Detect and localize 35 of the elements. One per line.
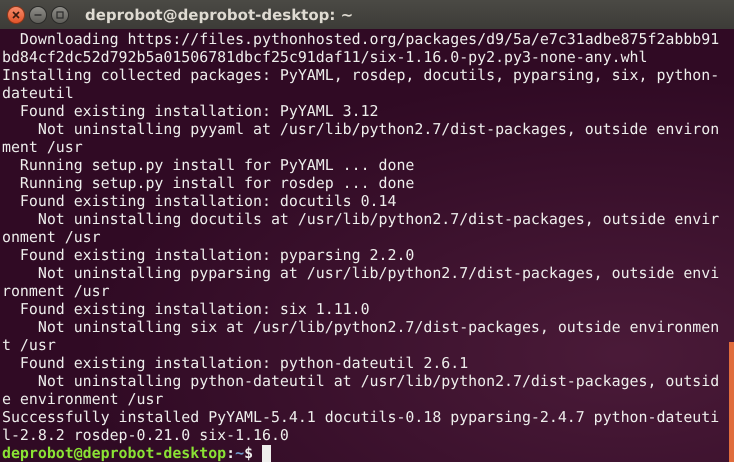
terminal-line: l-2.8.2 rosdep-0.21.0 six-1.16.0 (2, 426, 290, 444)
scrollbar[interactable] (729, 342, 734, 462)
text-cursor (262, 444, 272, 462)
maximize-icon (56, 10, 64, 18)
close-button[interactable] (7, 6, 25, 24)
terminal-line: dateutil (2, 84, 75, 102)
prompt-path: ~ (235, 444, 244, 462)
terminal-line: bd84cf2dc52d792b5a01506781dbcf25c91daf11/six-1.16.0-py2.py3-none-any.whl (2, 48, 648, 66)
maximize-button[interactable] (51, 6, 69, 24)
terminal-line: Found existing installation: python-dateutil 2.6.1 (18, 354, 470, 372)
terminal-line: Not uninstalling six at /usr/lib/python2.7/dist-packages, outside environmen (36, 318, 720, 336)
terminal-line: Found existing installation: pyparsing 2.2.0 (18, 246, 416, 264)
terminal-line: Successfully installed PyYAML-5.4.1 docutils-0.18 pyparsing-2.4.7 python-dateuti (2, 408, 720, 426)
terminal-line: onment /usr (2, 228, 102, 246)
terminal-line: Not uninstalling pyparsing at /usr/lib/python2.7/dist-packages, outside envi (36, 264, 720, 282)
prompt-symbol: $ (244, 444, 254, 462)
terminal-line: Installing collected packages: PyYAML, rosdep, docutils, pyparsing, six, python- (2, 66, 720, 84)
terminal-line: ronment /usr (2, 282, 111, 300)
window-title: deprobot@deprobot-desktop: ~ (85, 6, 354, 24)
terminal-line: Found existing installation: docutils 0.14 (18, 192, 398, 210)
terminal-line: e environment /usr (2, 390, 164, 408)
terminal-line: t /usr (2, 336, 57, 354)
terminal-line: Downloading https://files.pythonhosted.org/packages/d9/5a/e7c31adbe875f2abbb91 (18, 30, 720, 48)
terminal-line: Found existing installation: six 1.11.0 (18, 300, 371, 318)
terminal-line: Not uninstalling pyyaml at /usr/lib/python2.7/dist-packages, outside environ (36, 120, 720, 138)
close-icon (12, 10, 20, 18)
minimize-button[interactable] (29, 6, 47, 24)
terminal-line: Not uninstalling docutils at /usr/lib/python2.7/dist-packages, outside envir (36, 210, 720, 228)
prompt-separator: : (226, 444, 236, 462)
terminal-line: Found existing installation: PyYAML 3.12 (18, 102, 380, 120)
prompt-user-host: deprobot@deprobot-desktop (2, 444, 226, 462)
terminal-line: Not uninstalling python-dateutil at /usr/lib/python2.7/dist-packages, outsid (36, 372, 720, 390)
terminal-line: ment /usr (2, 138, 84, 156)
terminal-line: Running setup.py install for PyYAML ... done (18, 156, 416, 174)
terminal-line: Running setup.py install for rosdep ... done (18, 174, 416, 192)
